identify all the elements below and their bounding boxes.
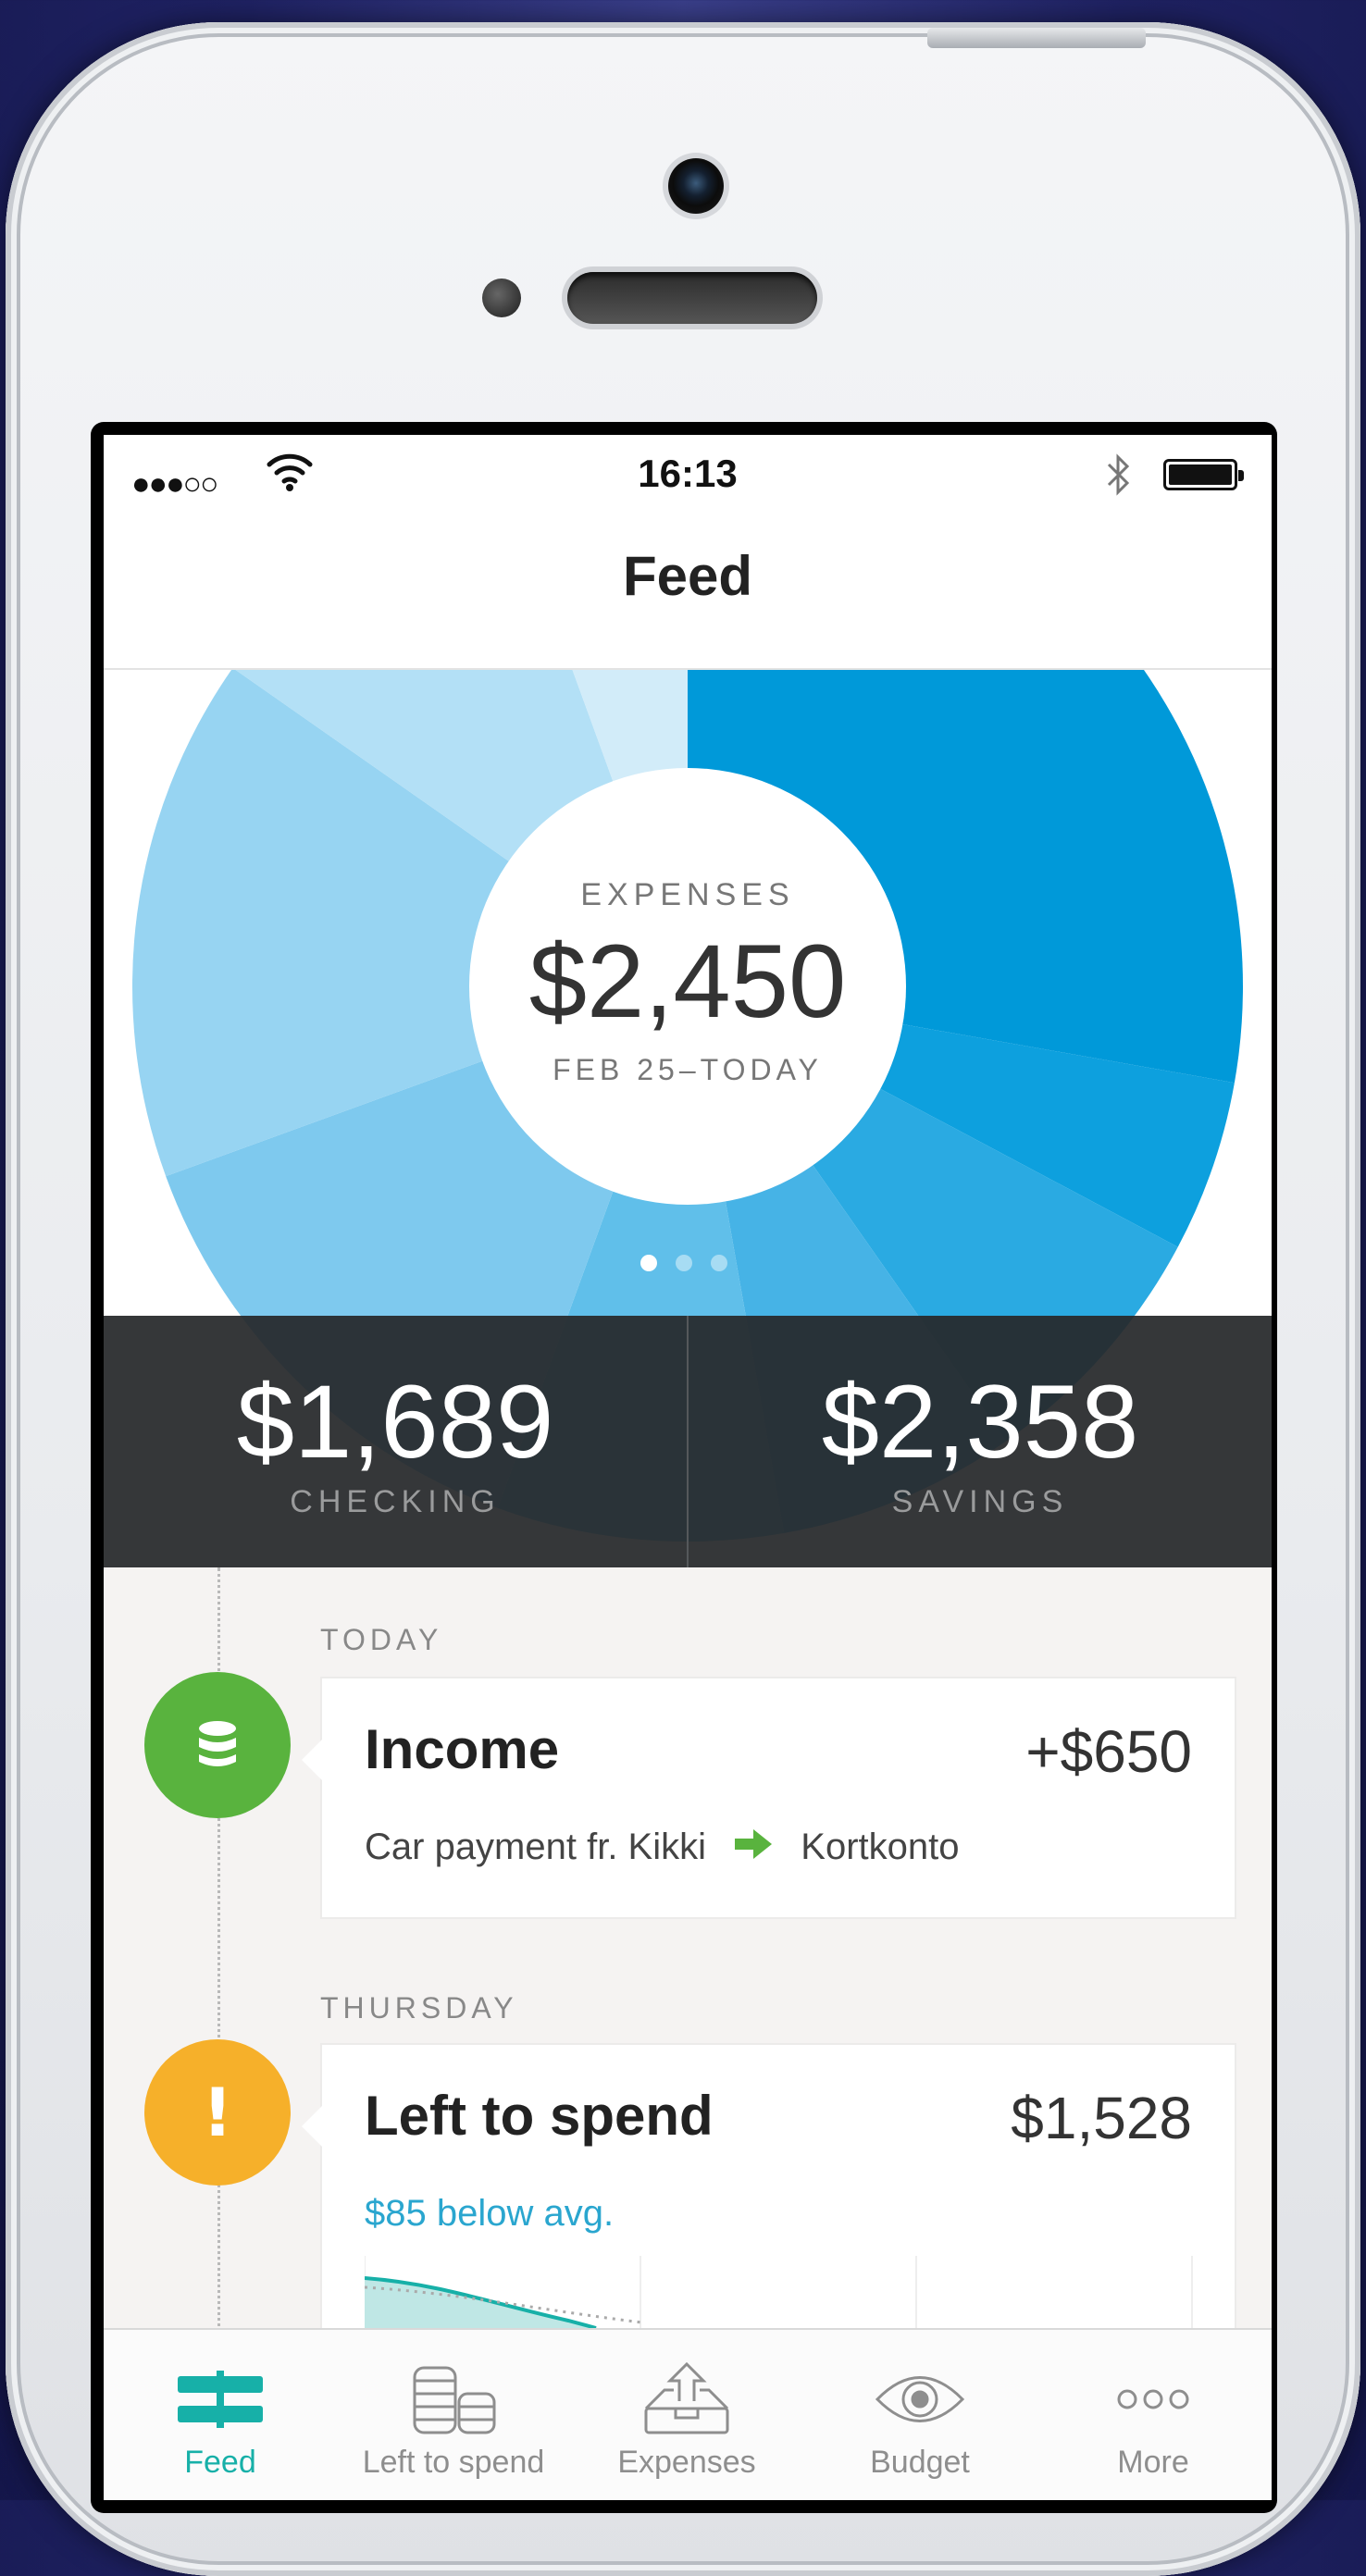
earpiece-speaker <box>567 272 817 324</box>
below-average-note: $85 below avg. <box>365 2193 615 2234</box>
tab-label: Feed <box>184 2445 256 2480</box>
exclamation-icon: ! <box>202 2074 233 2151</box>
eye-icon <box>803 2358 1037 2441</box>
more-icon <box>1037 2358 1270 2441</box>
savings-balance[interactable]: $2,358 SAVINGS <box>689 1316 1272 1567</box>
checking-label: CHECKING <box>290 1484 501 1519</box>
income-card[interactable]: Income +$650 Car payment fr. Kikki Kortk… <box>302 1677 1236 1919</box>
tab-label: Expenses <box>617 2445 756 2480</box>
income-value: +$650 <box>1025 1718 1192 1785</box>
tab-expenses[interactable]: Expenses <box>570 2330 803 2500</box>
page-dot[interactable] <box>640 1255 657 1271</box>
tab-more[interactable]: More <box>1037 2330 1270 2500</box>
alert-badge: ! <box>144 2039 291 2186</box>
left-to-spend-value: $1,528 <box>1011 2085 1192 2151</box>
battery-icon <box>1163 459 1244 490</box>
tab-label: More <box>1117 2445 1189 2480</box>
expenses-date-range: FEB 25–TODAY <box>553 1053 823 1086</box>
expenses-amount: $2,450 <box>528 923 847 1039</box>
tab-budget[interactable]: Budget <box>803 2330 1037 2500</box>
expenses-label: EXPENSES <box>580 877 795 912</box>
front-camera <box>668 158 724 214</box>
feed-icon <box>104 2358 337 2441</box>
coins-icon <box>337 2358 570 2441</box>
checking-balance[interactable]: $1,689 CHECKING <box>104 1316 687 1567</box>
database-icon <box>199 1721 236 1766</box>
income-title: Income <box>365 1718 560 1780</box>
tab-left-to-spend[interactable]: Left to spend <box>337 2330 570 2500</box>
tab-bar: Feed Left to spend Expenses Budget More <box>104 2328 1272 2500</box>
arrow-right-icon <box>733 1827 774 1870</box>
checking-amount: $1,689 <box>236 1364 554 1480</box>
app-display: ●●●○○ 16:13 EXPENSES $2,450 FEB 25–TODAY <box>104 435 1272 2500</box>
savings-amount: $2,358 <box>821 1364 1139 1480</box>
page-dot[interactable] <box>676 1255 692 1271</box>
tab-label: Budget <box>870 2445 970 2480</box>
left-to-spend-title: Left to spend <box>365 2085 714 2147</box>
savings-label: SAVINGS <box>891 1484 1069 1519</box>
section-heading-today: TODAY <box>320 1623 443 1656</box>
income-transfer: Car payment fr. Kikki Kortkonto <box>365 1827 959 1870</box>
bluetooth-icon <box>1103 452 1135 504</box>
card-pointer <box>302 1740 322 1780</box>
clock-time: 16:13 <box>638 452 738 495</box>
transfer-to: Kortkonto <box>801 1827 960 1867</box>
status-bar: ●●●○○ 16:13 <box>104 435 1272 509</box>
page-indicator[interactable] <box>640 1255 746 1276</box>
page-dot[interactable] <box>711 1255 727 1271</box>
proximity-sensor <box>482 279 521 317</box>
page-title: Feed <box>622 545 753 607</box>
card-pointer <box>302 2106 322 2147</box>
spending-trend-chart <box>365 2256 1193 2339</box>
transfer-from: Car payment fr. Kikki <box>365 1827 707 1867</box>
income-badge <box>144 1672 291 1818</box>
power-button <box>927 28 1146 48</box>
tab-label: Left to spend <box>362 2445 545 2480</box>
section-heading-thursday: THURSDAY <box>320 1991 518 2025</box>
upload-tray-icon <box>570 2358 803 2441</box>
tab-feed[interactable]: Feed <box>104 2330 337 2500</box>
balances-bar: $1,689 CHECKING $2,358 SAVINGS <box>104 1316 1272 1567</box>
